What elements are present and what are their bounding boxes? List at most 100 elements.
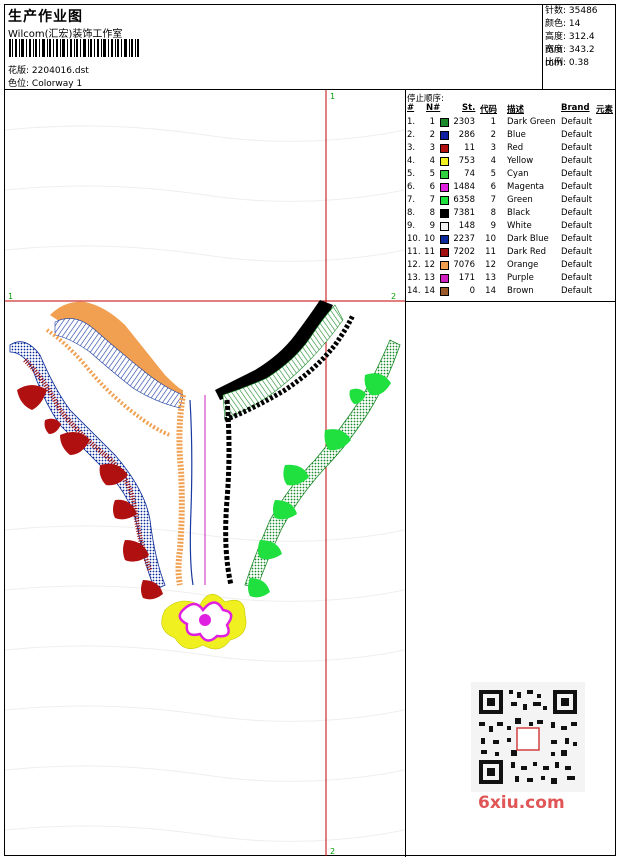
- row-stitches: 1484: [453, 182, 475, 192]
- left-orange-column: [175, 394, 186, 586]
- row-order: 9.: [407, 221, 416, 231]
- row-code: 5: [490, 169, 496, 179]
- row-order: 8.: [407, 208, 416, 218]
- row-description: Red: [507, 143, 524, 153]
- row-brand: Default: [561, 260, 593, 270]
- row-order: 4.: [407, 156, 416, 166]
- row-description: Dark Blue: [507, 234, 549, 244]
- row-needle: 1: [429, 117, 435, 127]
- row-needle: 3: [429, 143, 435, 153]
- color-swatch: [440, 222, 449, 231]
- row-stitches: 2237: [453, 234, 475, 244]
- color-count: 颜色: 14: [545, 19, 581, 29]
- row-brand: Default: [561, 195, 593, 205]
- right-black-column: [223, 399, 234, 586]
- row-code: 12: [485, 260, 496, 270]
- design-scale: 比例: 0.38: [545, 58, 589, 68]
- legend-divider: [405, 301, 615, 302]
- row-stitches: 753: [458, 156, 475, 166]
- row-code: 1: [490, 117, 496, 127]
- guide-marker-top: 1: [330, 92, 335, 101]
- row-brand: Default: [561, 234, 593, 244]
- header-info: 生产作业图 Wilcom(汇宏)装饰工作室 花版: 2204016.dst 色位…: [5, 5, 543, 89]
- row-brand: Default: [561, 169, 593, 179]
- row-brand: Default: [561, 208, 593, 218]
- row-stitches: 74: [464, 169, 475, 179]
- row-description: Blue: [507, 130, 526, 140]
- legend-row: 8. 8 7381 8 Black Default: [406, 207, 615, 220]
- row-needle: 4: [429, 156, 435, 166]
- legend-row: 5. 5 74 5 Cyan Default: [406, 168, 615, 181]
- color-swatch: [440, 287, 449, 296]
- legend-row: 1. 1 2303 1 Dark Green Default: [406, 116, 615, 129]
- row-needle: 9: [429, 221, 435, 231]
- row-brand: Default: [561, 247, 593, 257]
- row-order: 11.: [407, 247, 421, 257]
- header-description: 描述: [507, 105, 525, 115]
- row-description: Magenta: [507, 182, 545, 192]
- row-description: Cyan: [507, 169, 529, 179]
- row-stitches: 7202: [453, 247, 475, 257]
- color-swatch: [440, 235, 449, 244]
- row-code: 10: [485, 234, 496, 244]
- row-needle: 12: [424, 260, 435, 270]
- row-stitches: 6358: [453, 195, 475, 205]
- row-stitches: 7381: [453, 208, 475, 218]
- header-element: 元素: [596, 105, 614, 115]
- color-swatch: [440, 144, 449, 153]
- row-needle: 13: [424, 273, 435, 283]
- legend-row: 6. 6 1484 6 Magenta Default: [406, 181, 615, 194]
- header-stitches: St.: [462, 103, 476, 113]
- legend-row: 14. 14 0 14 Brown Default: [406, 285, 615, 298]
- row-order: 7.: [407, 195, 416, 205]
- colorway-line: 色位: Colorway 1: [8, 76, 82, 89]
- legend-row: 4. 4 753 4 Yellow Default: [406, 155, 615, 168]
- row-code: 7: [490, 195, 496, 205]
- guide-marker-left: 1: [8, 292, 13, 301]
- design-height: 高度: 312.4 mm: [545, 32, 595, 55]
- company-name: Wilcom(汇宏)装饰工作室: [8, 29, 123, 40]
- header-needle: N#: [426, 103, 441, 113]
- row-brand: Default: [561, 143, 593, 153]
- row-order: 13.: [407, 273, 421, 283]
- center-flower: [161, 593, 247, 650]
- color-swatch: [440, 183, 449, 192]
- row-brand: Default: [561, 117, 593, 127]
- qr-code-icon: [471, 682, 585, 792]
- row-code: 13: [485, 273, 496, 283]
- color-swatch: [440, 170, 449, 179]
- row-needle: 14: [424, 286, 435, 296]
- embroidery-preview: 1 2 1 2: [5, 90, 405, 856]
- row-brand: Default: [561, 286, 593, 296]
- row-brand: Default: [561, 182, 593, 192]
- row-brand: Default: [561, 273, 593, 283]
- colorway-label: 色位:: [8, 79, 30, 89]
- production-sheet: 生产作业图 Wilcom(汇宏)装饰工作室 花版: 2204016.dst 色位…: [4, 4, 616, 857]
- row-code: 9: [490, 221, 496, 231]
- row-brand: Default: [561, 221, 593, 231]
- color-swatch: [440, 118, 449, 127]
- row-brand: Default: [561, 156, 593, 166]
- header-panel: 生产作业图 Wilcom(汇宏)装饰工作室 花版: 2204016.dst 色位…: [5, 5, 615, 90]
- row-order: 6.: [407, 182, 416, 192]
- barcode-icon: [9, 39, 139, 57]
- legend-row: 2. 2 286 2 Blue Default: [406, 129, 615, 142]
- row-order: 12.: [407, 260, 421, 270]
- row-code: 14: [485, 286, 496, 296]
- design-file-line: 花版: 2204016.dst: [8, 63, 89, 76]
- color-swatch: [440, 261, 449, 270]
- row-stitches: 2303: [453, 117, 475, 127]
- row-description: White: [507, 221, 532, 231]
- legend-row: 7. 7 6358 7 Green Default: [406, 194, 615, 207]
- design-stats: 针数: 35486 颜色: 14 高度: 312.4 mm 宽度: 343.2 …: [542, 5, 615, 89]
- row-needle: 11: [424, 247, 435, 257]
- row-stitches: 148: [458, 221, 475, 231]
- row-order: 3.: [407, 143, 416, 153]
- color-swatch: [440, 131, 449, 140]
- row-order: 2.: [407, 130, 416, 140]
- row-stitches: 0: [469, 286, 475, 296]
- row-description: Black: [507, 208, 530, 218]
- row-needle: 8: [429, 208, 435, 218]
- page-title: 生产作业图: [8, 9, 83, 25]
- thread-legend: 停止顺序: # N# St. 代码 描述 Brand 元素 1. 1 2303 1 Da…: [406, 90, 615, 300]
